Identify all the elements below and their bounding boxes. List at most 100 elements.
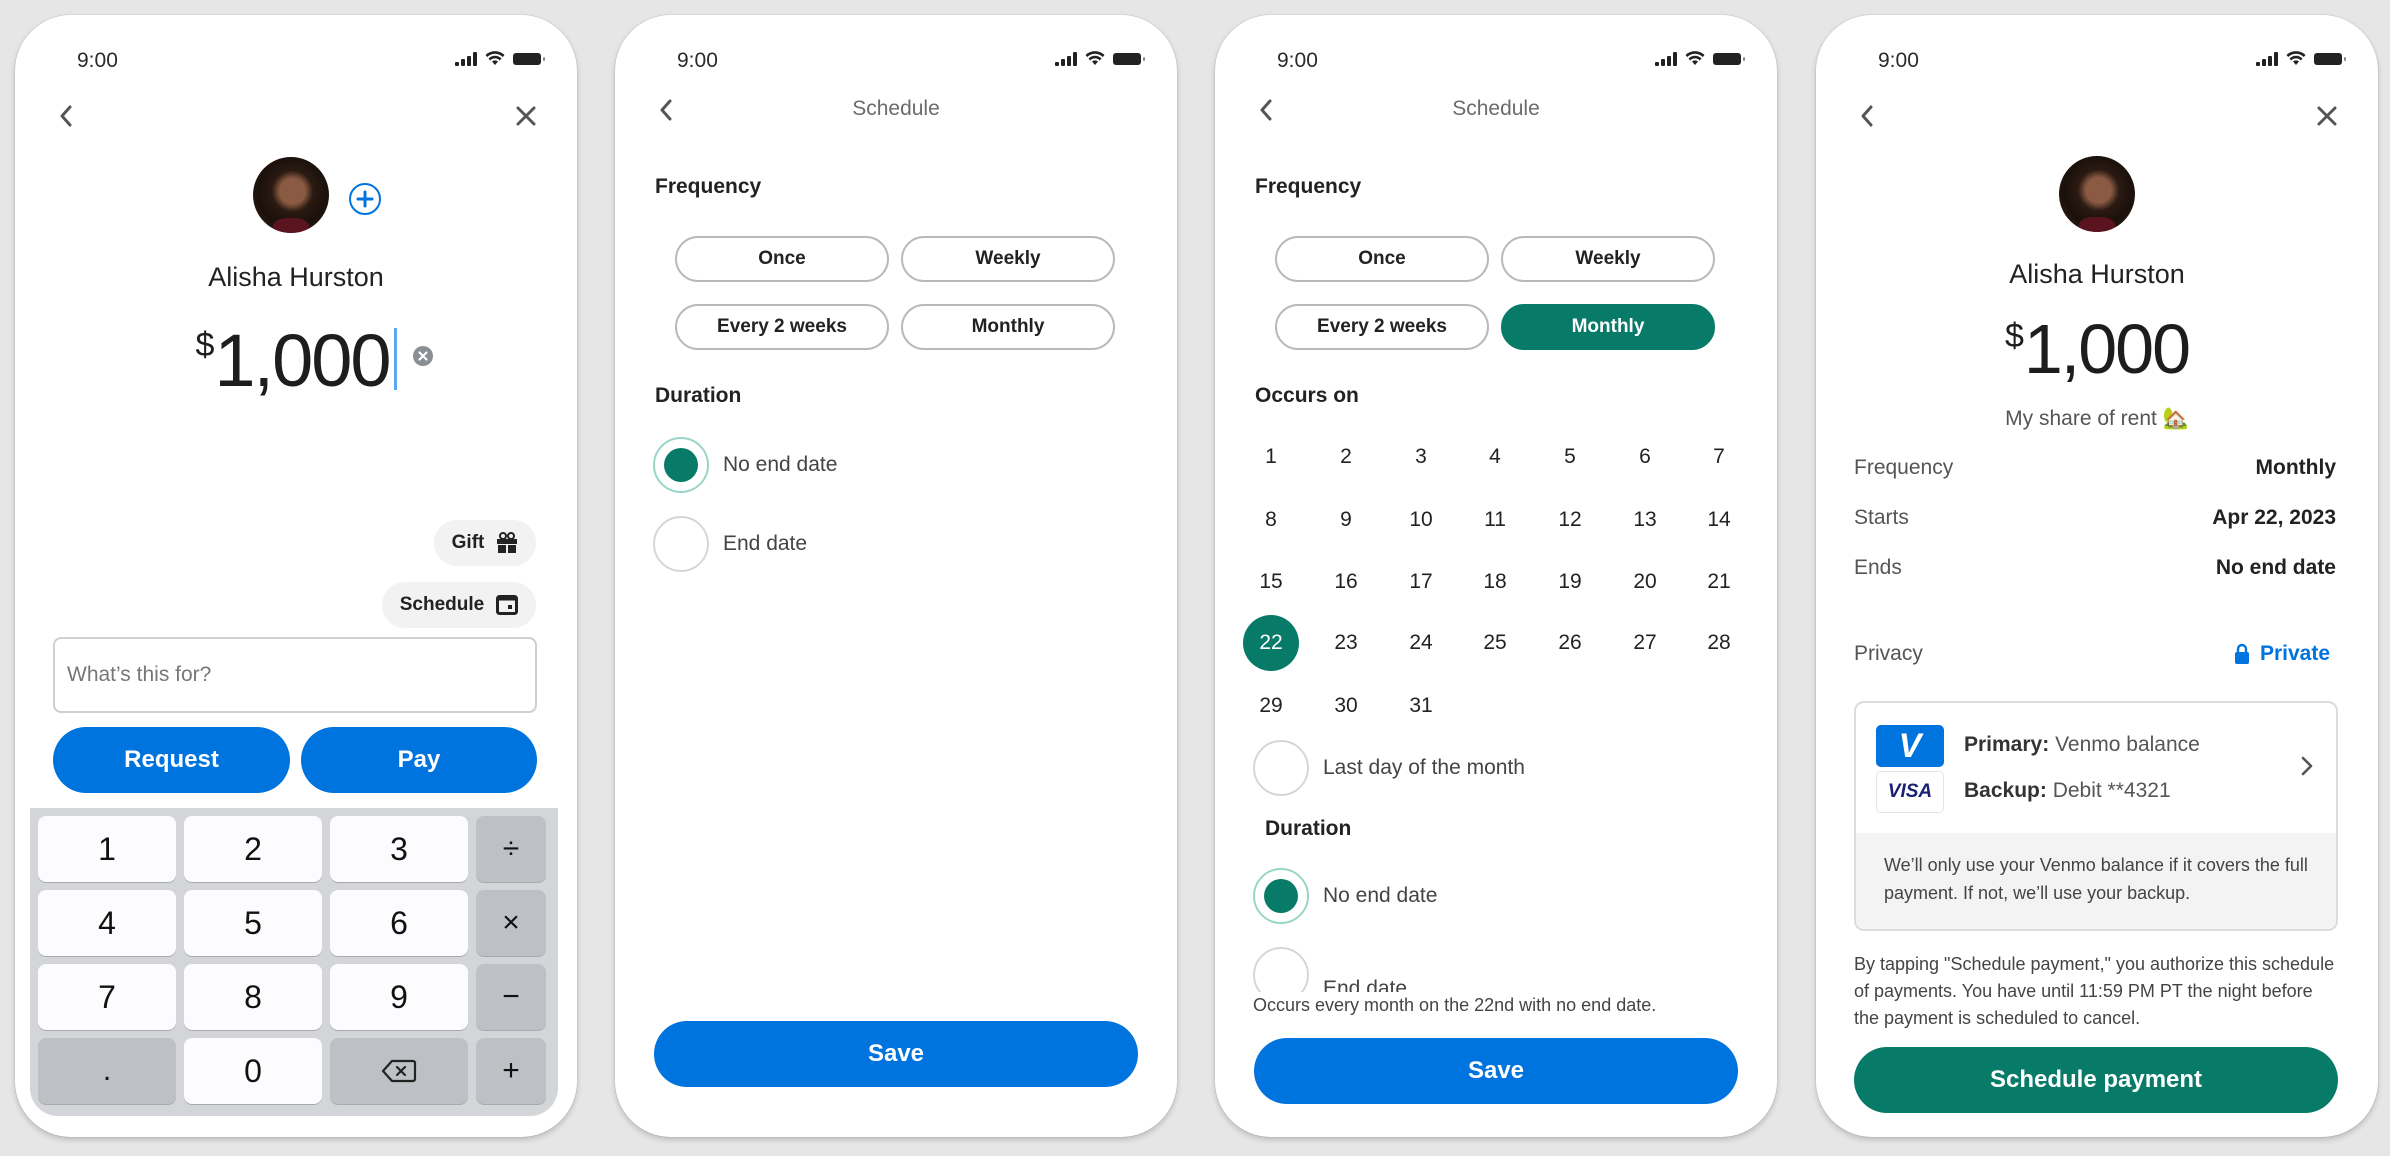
frequency-weekly[interactable]: Weekly [901,236,1115,282]
calendar-day[interactable]: 25 [1467,615,1523,671]
currency-symbol: $ [195,326,214,364]
gift-button[interactable]: Gift [434,520,536,566]
backup-method: Backup: Debit **4321 [1964,779,2171,803]
back-button[interactable] [1852,101,1882,131]
key-plus[interactable]: + [476,1038,546,1104]
close-button[interactable] [511,101,541,131]
calendar-day[interactable]: 24 [1393,615,1449,671]
add-recipient-button[interactable] [348,182,382,221]
key-backspace[interactable] [330,1038,468,1104]
key-minus[interactable]: − [476,964,546,1030]
frequency-once[interactable]: Once [675,236,889,282]
radio-unchecked[interactable] [1253,740,1309,796]
calendar-day[interactable]: 5 [1542,429,1598,485]
duration-end-date[interactable]: End date [653,516,807,572]
schedule-screen: 9:00 Schedule Frequency Once Weekly Ever… [615,15,1177,1137]
key-1[interactable]: 1 [38,816,176,882]
frequency-monthly[interactable]: Monthly [901,304,1115,350]
calendar-day[interactable]: 11 [1467,492,1523,548]
duration-no-end-date[interactable]: No end date [653,437,837,493]
key-2[interactable]: 2 [184,816,322,882]
calendar-day[interactable]: 31 [1393,678,1449,734]
close-button[interactable] [2312,101,2342,131]
frequency-every-2-weeks[interactable]: Every 2 weeks [675,304,889,350]
privacy-setting-button[interactable]: Private [2234,642,2330,666]
key-3[interactable]: 3 [330,816,468,882]
primary-method: Primary: Venmo balance [1964,733,2200,757]
calendar-day[interactable]: 30 [1318,678,1374,734]
duration-no-end-date-label: No end date [723,453,838,476]
clear-amount-button[interactable] [412,345,434,372]
visa-logo-icon: VISA [1876,771,1944,813]
key-7[interactable]: 7 [38,964,176,1030]
schedule-label: Schedule [399,594,485,615]
calendar-day[interactable]: 26 [1542,615,1598,671]
key-decimal[interactable]: . [38,1038,176,1104]
frequency-monthly-selected[interactable]: Monthly [1501,304,1715,350]
calendar-day[interactable]: 1 [1243,429,1299,485]
back-button[interactable] [51,101,81,131]
key-8[interactable]: 8 [184,964,322,1030]
schedule-payment-button[interactable]: Schedule payment [1854,1047,2338,1113]
memo-input[interactable]: What’s this for? [53,637,537,713]
calendar-day[interactable]: 27 [1617,615,1673,671]
last-day-of-month-option[interactable]: Last day of the month [1253,740,1525,796]
calendar-day[interactable]: 9 [1318,492,1374,548]
calendar-day[interactable]: 7 [1691,429,1747,485]
key-multiply[interactable]: × [476,890,546,956]
frequency-weekly[interactable]: Weekly [1501,236,1715,282]
payment-note: We’ll only use your Venmo balance if it … [1856,833,2336,929]
radio-unchecked[interactable] [1253,947,1309,992]
radio-unchecked[interactable] [653,516,709,572]
key-0[interactable]: 0 [184,1038,322,1104]
calendar-day[interactable]: 29 [1243,678,1299,734]
calendar-day[interactable]: 15 [1243,554,1299,610]
battery-icon [2314,52,2346,65]
occurs-on-label: Occurs on [1255,384,1359,407]
key-6[interactable]: 6 [330,890,468,956]
frequency-label: Frequency [655,175,762,198]
calendar-day[interactable]: 4 [1467,429,1523,485]
status-icons [455,51,545,66]
calendar-day[interactable]: 23 [1318,615,1374,671]
calendar-day[interactable]: 8 [1243,492,1299,548]
plus-circle-icon [349,183,381,215]
battery-icon [1713,52,1745,65]
calendar-day[interactable]: 20 [1617,554,1673,610]
payment-method-card[interactable]: V VISA Primary: Venmo balance Backup: De… [1854,701,2338,931]
calendar-day[interactable]: 3 [1393,429,1449,485]
schedule-button[interactable]: Schedule [382,582,536,628]
calendar-day[interactable]: 21 [1691,554,1747,610]
calendar-day[interactable]: 2 [1318,429,1374,485]
calendar-day[interactable]: 12 [1542,492,1598,548]
key-4[interactable]: 4 [38,890,176,956]
calendar-day[interactable]: 10 [1393,492,1449,548]
calendar-day[interactable]: 17 [1393,554,1449,610]
key-9[interactable]: 9 [330,964,468,1030]
calendar-day[interactable]: 18 [1467,554,1523,610]
save-button[interactable]: Save [654,1021,1138,1087]
signal-icon [1655,51,1677,66]
duration-end-date[interactable]: End date [1253,947,1407,992]
calendar-day[interactable]: 6 [1617,429,1673,485]
request-button[interactable]: Request [53,727,290,793]
key-divide[interactable]: ÷ [476,816,546,882]
save-button[interactable]: Save [1254,1038,1738,1104]
calendar-day[interactable]: 28 [1691,615,1747,671]
calendar-day[interactable]: 19 [1542,554,1598,610]
radio-checked[interactable] [653,437,709,493]
calendar-day[interactable]: 14 [1691,492,1747,548]
radio-checked[interactable] [1253,868,1309,924]
duration-no-end-date[interactable]: No end date [1253,868,1437,924]
pay-button[interactable]: Pay [301,727,537,793]
key-5[interactable]: 5 [184,890,322,956]
calendar-day-selected[interactable]: 22 [1243,615,1299,671]
calendar-day[interactable]: 13 [1617,492,1673,548]
battery-icon [1113,52,1145,65]
detail-frequency: Frequency Monthly [1854,456,2336,480]
amount-display[interactable]: $1,000 [15,318,577,403]
currency-symbol: $ [2004,317,2024,355]
frequency-once[interactable]: Once [1275,236,1489,282]
calendar-day[interactable]: 16 [1318,554,1374,610]
frequency-every-2-weeks[interactable]: Every 2 weeks [1275,304,1489,350]
